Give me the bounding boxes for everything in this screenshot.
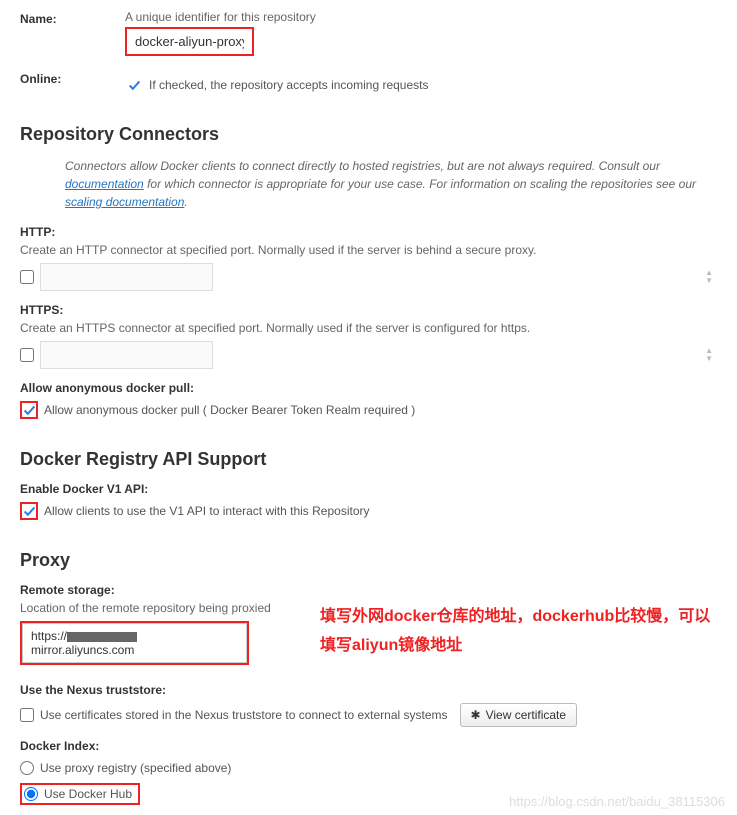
- https-hint: Create an HTTPS connector at specified p…: [20, 321, 717, 335]
- gear-icon: ✱: [471, 708, 481, 722]
- http-label: HTTP:: [20, 225, 717, 239]
- name-row: Name: A unique identifier for this repos…: [20, 10, 717, 56]
- truststore-row: Use certificates stored in the Nexus tru…: [20, 703, 717, 727]
- online-checkbox-label: If checked, the repository accepts incom…: [149, 78, 428, 92]
- truststore-checkbox[interactable]: [20, 708, 34, 722]
- name-highlight: [125, 27, 254, 56]
- v1-api-checkbox[interactable]: [20, 502, 38, 520]
- name-input[interactable]: [127, 29, 252, 54]
- https-enable-checkbox[interactable]: [20, 348, 34, 362]
- https-port-row: ▲▼: [20, 341, 717, 369]
- index-proxy-radio[interactable]: [20, 761, 34, 775]
- anon-pull-label: Allow anonymous docker pull:: [20, 381, 717, 395]
- online-content: If checked, the repository accepts incom…: [125, 76, 717, 94]
- https-port-input[interactable]: [40, 341, 213, 369]
- remote-storage-highlight: https://mirror.aliyuncs.com: [20, 621, 249, 665]
- watermark-text: https://blog.csdn.net/baidu_38115306: [509, 794, 725, 809]
- v1-api-label: Enable Docker V1 API:: [20, 482, 717, 496]
- anon-pull-row: Allow anonymous docker pull ( Docker Bea…: [20, 401, 717, 419]
- scaling-documentation-link[interactable]: scaling documentation: [65, 195, 184, 209]
- http-enable-checkbox[interactable]: [20, 270, 34, 284]
- name-label: Name:: [20, 10, 125, 26]
- index-proxy-row: Use proxy registry (specified above): [20, 761, 717, 775]
- name-content: A unique identifier for this repository: [125, 10, 717, 56]
- annotation-text: 填写外网docker仓库的地址，dockerhub比较慢，可以填写aliyun镜…: [320, 603, 720, 661]
- truststore-label: Use the Nexus truststore:: [20, 683, 717, 697]
- stepper-icon[interactable]: ▲▼: [705, 347, 713, 363]
- v1-api-checkbox-label: Allow clients to use the V1 API to inter…: [44, 504, 370, 518]
- online-row: Online: If checked, the repository accep…: [20, 70, 717, 94]
- index-hub-label: Use Docker Hub: [44, 787, 132, 801]
- http-hint: Create an HTTP connector at specified po…: [20, 243, 717, 257]
- remote-storage-label: Remote storage:: [20, 583, 717, 597]
- index-hub-radio[interactable]: [24, 787, 38, 801]
- redacted-text: [67, 632, 137, 642]
- connectors-description: Connectors allow Docker clients to conne…: [65, 157, 717, 211]
- documentation-link[interactable]: documentation: [65, 177, 144, 191]
- anon-pull-checkbox[interactable]: [20, 401, 38, 419]
- https-label: HTTPS:: [20, 303, 717, 317]
- anon-pull-checkbox-label: Allow anonymous docker pull ( Docker Bea…: [44, 403, 415, 417]
- http-port-input[interactable]: [40, 263, 213, 291]
- remote-storage-input[interactable]: https://mirror.aliyuncs.com: [22, 623, 247, 663]
- name-hint: A unique identifier for this repository: [125, 10, 717, 24]
- view-certificate-button[interactable]: ✱ View certificate: [460, 703, 578, 727]
- v1-api-row: Allow clients to use the V1 API to inter…: [20, 502, 717, 520]
- index-proxy-label: Use proxy registry (specified above): [40, 761, 231, 775]
- index-hub-highlight: Use Docker Hub: [20, 783, 140, 805]
- stepper-icon[interactable]: ▲▼: [705, 269, 713, 285]
- online-label: Online:: [20, 70, 125, 86]
- api-heading: Docker Registry API Support: [20, 449, 717, 470]
- http-port-row: ▲▼: [20, 263, 717, 291]
- truststore-checkbox-label: Use certificates stored in the Nexus tru…: [40, 708, 448, 722]
- docker-index-label: Docker Index:: [20, 739, 717, 753]
- online-checkbox[interactable]: [125, 76, 143, 94]
- connectors-heading: Repository Connectors: [20, 124, 717, 145]
- proxy-heading: Proxy: [20, 550, 717, 571]
